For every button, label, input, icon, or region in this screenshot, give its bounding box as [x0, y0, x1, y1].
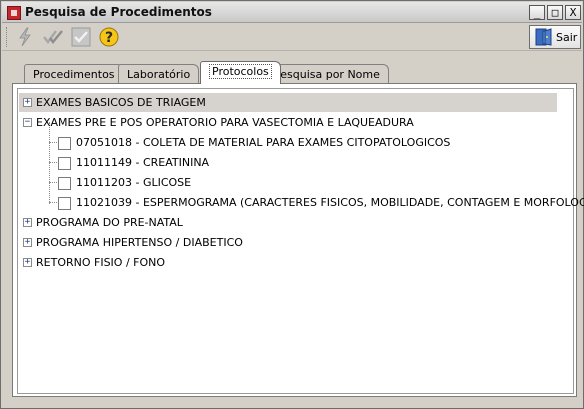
tab-protocolos[interactable]: Protocolos [200, 61, 281, 84]
title-bar[interactable]: Pesquisa de Procedimentos _ □ X [2, 2, 582, 23]
procedure-checkbox[interactable] [58, 177, 71, 190]
lightning-icon[interactable] [14, 27, 36, 47]
tree-node-label: RETORNO FISIO / FONO [36, 256, 166, 269]
tab-panel-protocolos: + EXAMES BASICOS DE TRIAGEM − EXAMES PRE… [12, 83, 584, 397]
expand-plus-icon[interactable]: + [23, 218, 32, 227]
double-check-icon[interactable] [42, 27, 64, 47]
app-icon [7, 6, 21, 20]
procedure-checkbox[interactable] [58, 157, 71, 170]
tree-leaf-item[interactable]: 11011149 - CREATININA [19, 153, 559, 172]
tree-node-exames-pre-pos-operatorio[interactable]: − EXAMES PRE E POS OPERATORIO PARA VASEC… [19, 113, 469, 132]
exit-button[interactable]: Sair [529, 25, 581, 49]
door-exit-icon [534, 28, 552, 46]
tree-leaf-label: 07051018 - COLETA DE MATERIAL PARA EXAME… [76, 136, 451, 149]
help-icon[interactable]: ? [98, 27, 120, 47]
tree-node-label: EXAMES BASICOS DE TRIAGEM [36, 96, 206, 109]
main-window: Pesquisa de Procedimentos _ □ X ? Sair P… [0, 0, 584, 409]
exit-button-label: Sair [556, 31, 578, 44]
tree-node-exames-basicos[interactable]: + EXAMES BASICOS DE TRIAGEM [19, 93, 557, 112]
protocol-tree[interactable]: + EXAMES BASICOS DE TRIAGEM − EXAMES PRE… [17, 88, 584, 394]
tree-leaf-label: 11011203 - GLICOSE [76, 176, 192, 189]
expand-plus-icon[interactable]: + [23, 258, 32, 267]
tab-laboratorio[interactable]: Laboratório [118, 64, 200, 84]
procedure-checkbox[interactable] [58, 197, 71, 210]
tree-leaf-label: 11021039 - ESPERMOGRAMA (CARACTERES FISI… [76, 196, 584, 209]
collapse-minus-icon[interactable]: − [23, 118, 32, 127]
tree-node-label: PROGRAMA HIPERTENSO / DIABETICO [36, 236, 243, 249]
tree-leaf-label: 11011149 - CREATININA [76, 156, 210, 169]
expand-plus-icon[interactable]: + [23, 238, 32, 247]
tab-strip: Procedimentos Laboratório Protocolos Pes… [12, 61, 576, 84]
maximize-button[interactable]: □ [547, 5, 563, 20]
tree-node-programa-pre-natal[interactable]: + PROGRAMA DO PRE-NATAL [19, 213, 319, 232]
tree-node-label: EXAMES PRE E POS OPERATORIO PARA VASECTO… [36, 116, 414, 129]
tab-pesquisa-por-nome[interactable]: Pesquisa por Nome [265, 64, 389, 84]
svg-text:?: ? [105, 30, 113, 46]
tab-procedimentos[interactable]: Procedimentos [24, 64, 124, 84]
check-icon[interactable] [70, 27, 92, 47]
tree-leaf-item[interactable]: 11021039 - ESPERMOGRAMA (CARACTERES FISI… [19, 193, 584, 212]
tree-leaf-item[interactable]: 07051018 - COLETA DE MATERIAL PARA EXAME… [19, 133, 559, 152]
tree-node-label: PROGRAMA DO PRE-NATAL [36, 216, 183, 229]
close-button[interactable]: X [565, 5, 581, 20]
window-title: Pesquisa de Procedimentos [25, 5, 212, 19]
tree-node-programa-hipertenso-diabetico[interactable]: + PROGRAMA HIPERTENSO / DIABETICO [19, 233, 319, 252]
expand-plus-icon[interactable]: + [23, 98, 32, 107]
tree-node-retorno-fisio-fono[interactable]: + RETORNO FISIO / FONO [19, 253, 319, 272]
minimize-button[interactable]: _ [529, 5, 545, 20]
toolbar: ? Sair [2, 23, 582, 51]
tree-leaf-item[interactable]: 11011203 - GLICOSE [19, 173, 559, 192]
toolbar-grip[interactable] [6, 27, 9, 47]
procedure-checkbox[interactable] [58, 137, 71, 150]
